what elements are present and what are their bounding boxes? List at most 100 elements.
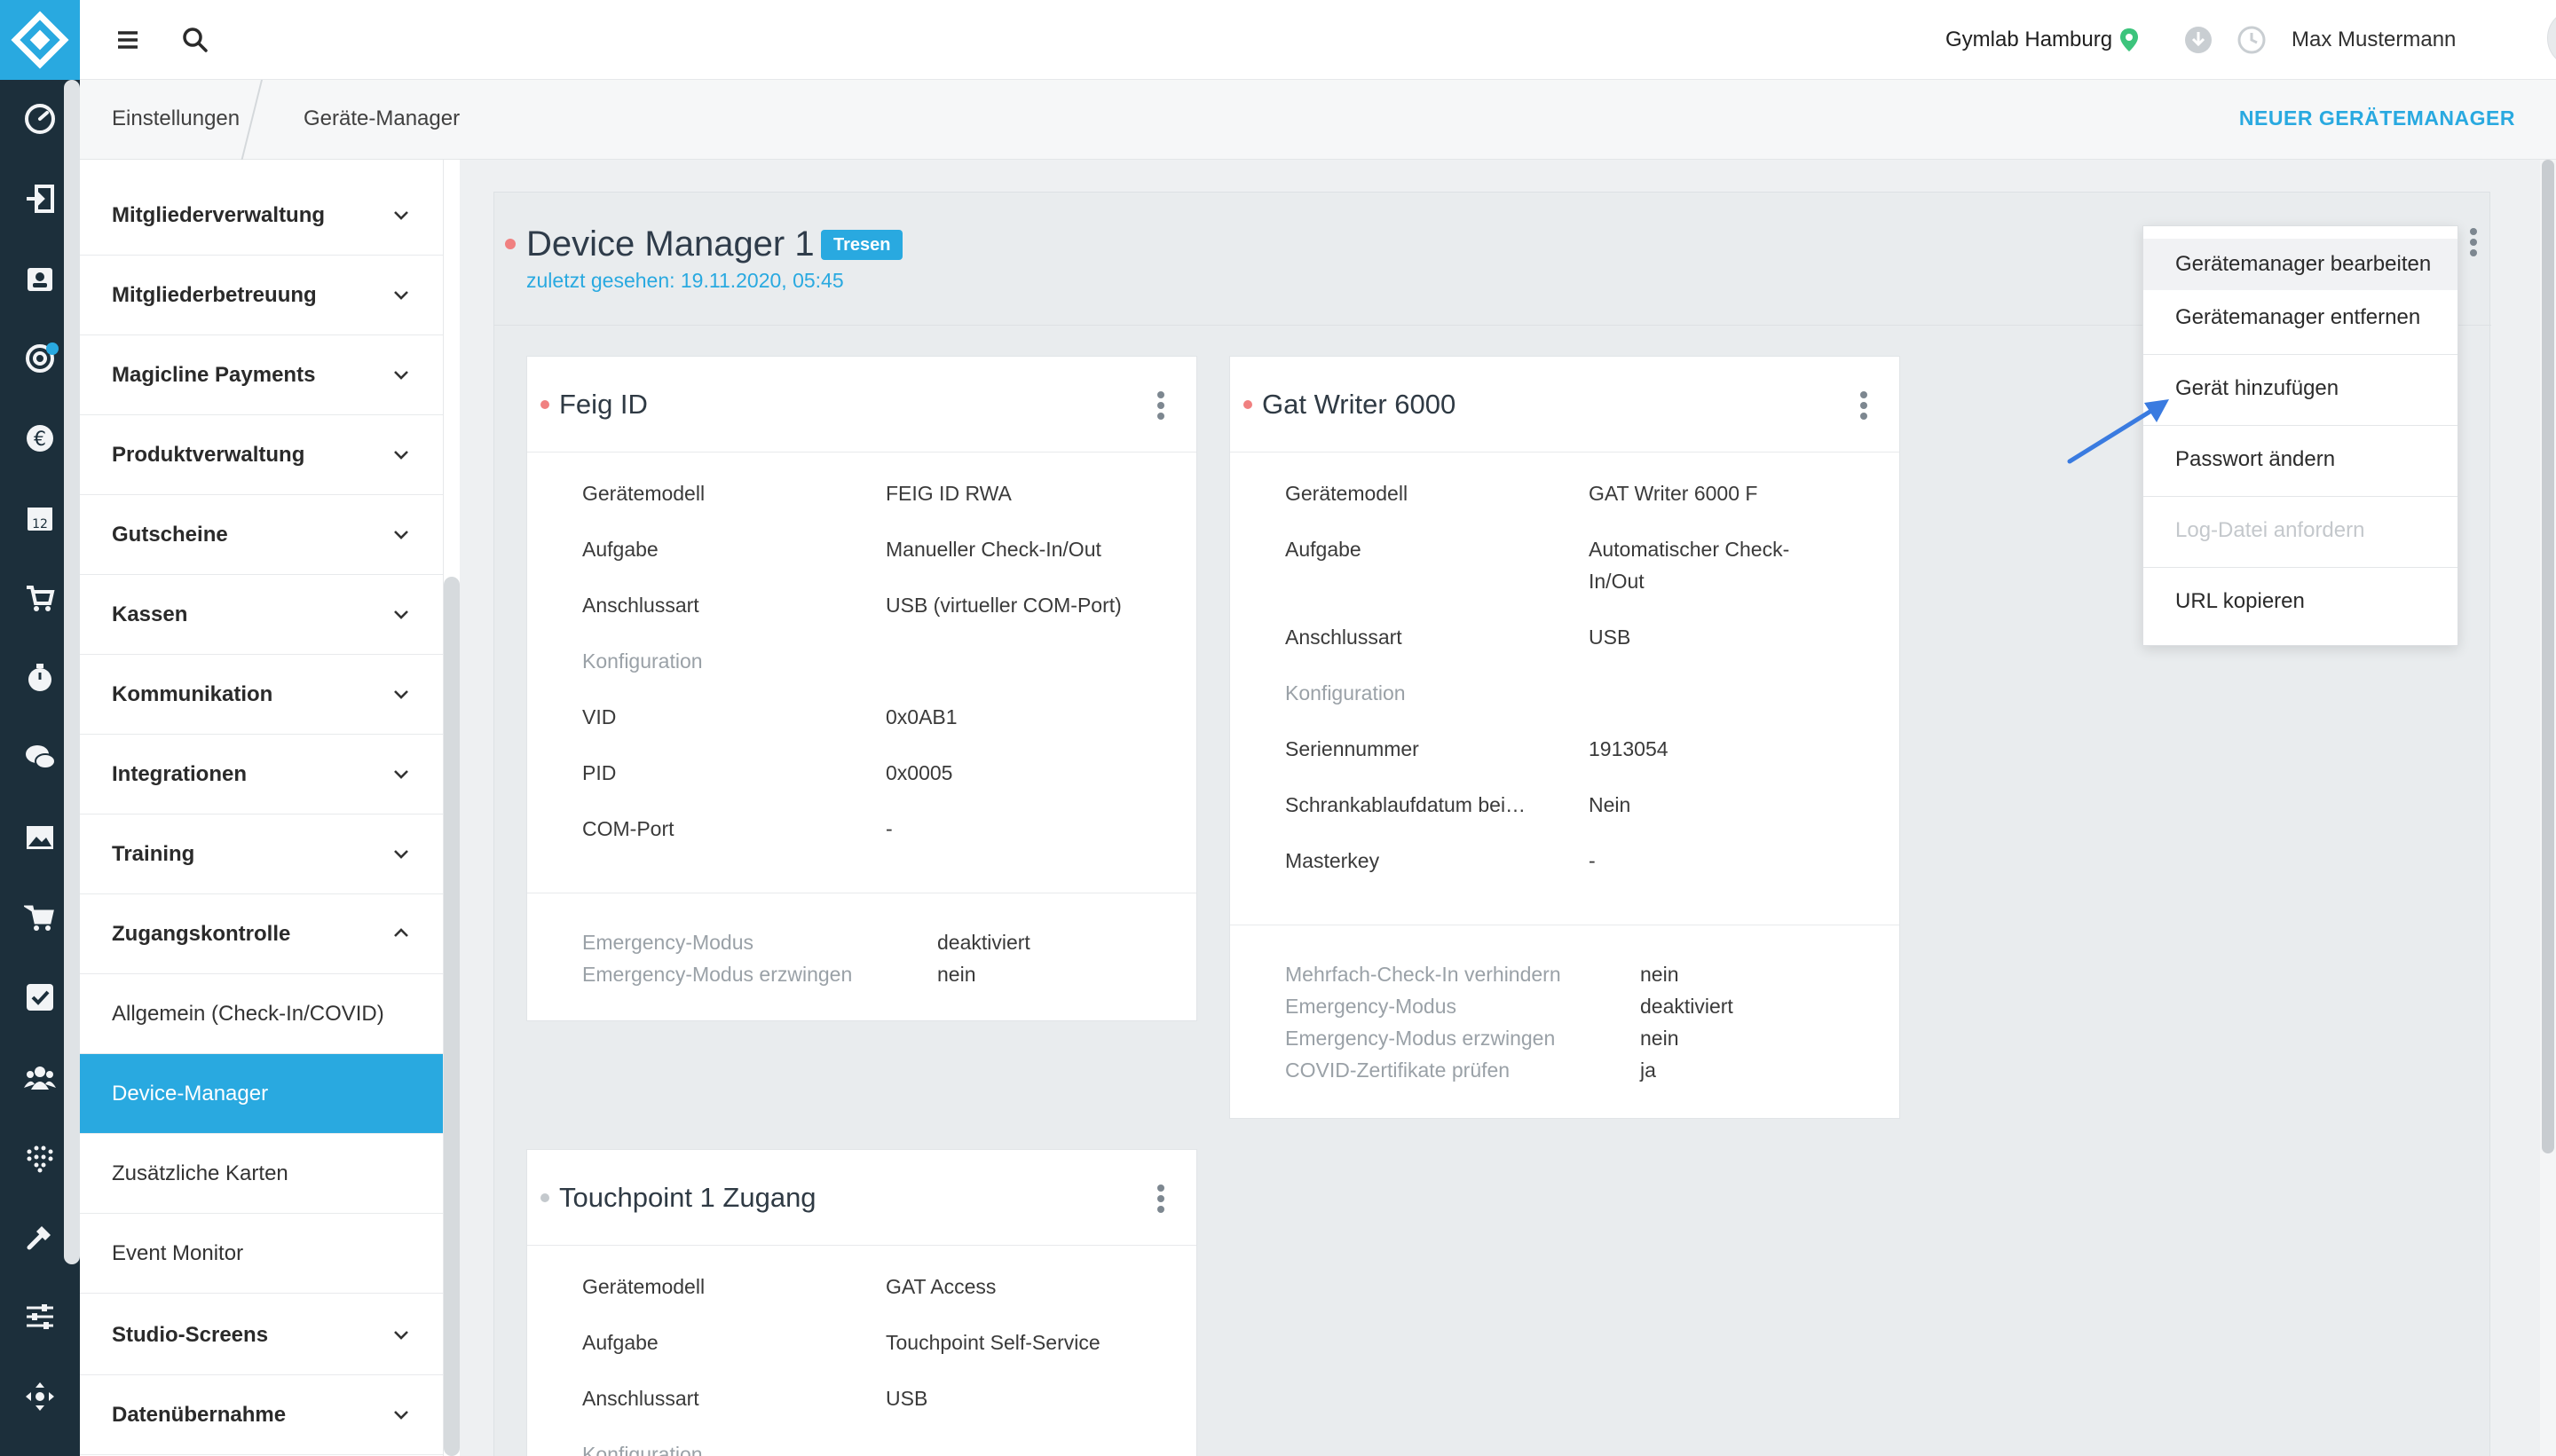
card-header: Feig ID (527, 357, 1196, 453)
last-seen-text: zuletzt gesehen: 19.11.2020, 05:45 (526, 269, 844, 292)
euro-icon[interactable]: € (24, 422, 56, 454)
search-icon[interactable] (179, 24, 211, 56)
notification-dot (46, 342, 59, 355)
menu-item-mitgliederverwaltung[interactable]: Mitgliederverwaltung (80, 176, 443, 256)
icon-rail: € 12 (0, 0, 80, 1456)
menu-item-magicline-payments[interactable]: Magicline Payments (80, 335, 443, 415)
menu-item-label: Gutscheine (112, 523, 228, 547)
menu-item-studio-screens[interactable]: Studio-Screens (80, 1295, 443, 1375)
location-name[interactable]: Gymlab Hamburg (1945, 28, 2112, 52)
move-icon[interactable] (24, 1381, 56, 1413)
menu-item-label: Mitgliederbetreuung (112, 283, 317, 307)
chevron-down-icon (394, 1411, 408, 1420)
chevron-down-icon (394, 770, 408, 779)
groups-icon[interactable] (24, 1061, 56, 1093)
footer-label: Mehrfach-Check-In verhindern (1285, 963, 1561, 986)
row-value: FEIG ID RWA (886, 482, 1012, 505)
footer-label: Emergency-Modus (582, 931, 754, 954)
row-value: Manueller Check-In/Out (886, 538, 1101, 561)
row-label: Anschlussart (582, 1387, 699, 1410)
shop-cart-icon[interactable] (24, 582, 56, 614)
menu-item-label: Mitgliederverwaltung (112, 203, 326, 227)
menu-remove-device-manager[interactable]: Gerätemanager entfernen (2143, 292, 2457, 343)
menu-item-label: Zusätzliche Karten (112, 1161, 288, 1185)
menu-item-label: Event Monitor (112, 1241, 244, 1265)
menu-item-kommunikation[interactable]: Kommunikation (80, 655, 443, 735)
offline-status-dot (540, 400, 549, 409)
download-icon[interactable] (2183, 25, 2213, 55)
new-device-manager-button[interactable]: NEUER GERÄTEMANAGER (2239, 106, 2515, 130)
menu-item-event-monitor[interactable]: Event Monitor (80, 1214, 443, 1294)
breadcrumb-separator (241, 80, 263, 160)
kebab-menu-icon[interactable] (2468, 228, 2479, 258)
row-value: 1913054 (1589, 737, 1668, 760)
menu-item-label: Magicline Payments (112, 363, 316, 387)
tools-icon[interactable] (24, 1221, 56, 1253)
page-scrollbar[interactable] (2542, 160, 2554, 1153)
menu-item-zugangskontrolle[interactable]: Zugangskontrolle (80, 894, 443, 974)
device-card-touchpoint: Touchpoint 1 Zugang Gerätemodell GAT Acc… (526, 1149, 1197, 1456)
row-label: Masterkey (1285, 849, 1380, 872)
app-logo[interactable] (0, 0, 80, 80)
offline-status-dot (1243, 400, 1252, 409)
checkbox-icon[interactable] (24, 981, 56, 1013)
menu-copy-url[interactable]: URL kopieren (2143, 576, 2457, 627)
menu-item-allgemein[interactable]: Allgemein (Check-In/COVID) (80, 974, 443, 1054)
avatar[interactable] (2547, 9, 2556, 67)
menu-item-gutscheine[interactable]: Gutscheine (80, 495, 443, 575)
kebab-menu-icon[interactable] (1156, 1184, 1166, 1215)
checkin-icon[interactable] (24, 183, 56, 215)
menu-item-kassen[interactable]: Kassen (80, 575, 443, 655)
menu-item-produktverwaltung[interactable]: Produktverwaltung (80, 415, 443, 495)
kebab-menu-icon[interactable] (1156, 391, 1166, 421)
settings-sliders-icon[interactable] (24, 1301, 56, 1333)
menu-request-log-file: Log-Datei anfordern (2175, 518, 2365, 542)
menu-item-label: Kassen (112, 602, 188, 626)
menu-separator (2143, 425, 2457, 426)
footer-value: nein (937, 963, 976, 986)
members-icon[interactable] (24, 263, 56, 295)
inactive-status-dot (540, 1193, 549, 1202)
menu-item-zusaetzliche-karten[interactable]: Zusätzliche Karten (80, 1134, 443, 1214)
menu-item-integrationen[interactable]: Integrationen (80, 735, 443, 815)
device-manager-actions-menu: Gerätemanager bearbeiten Gerätemanager e… (2142, 225, 2458, 646)
row-value: Touchpoint Self-Service (886, 1331, 1100, 1354)
menu-item-datenuebernahme[interactable]: Datenübernahme (80, 1375, 443, 1455)
hamburger-menu-icon[interactable] (112, 24, 144, 56)
chat-icon[interactable] (24, 742, 56, 774)
card-title: Touchpoint 1 Zugang (559, 1182, 816, 1213)
menu-item-mitgliederbetreuung[interactable]: Mitgliederbetreuung (80, 256, 443, 335)
menu-edit-device-manager[interactable]: Gerätemanager bearbeiten (2143, 239, 2457, 290)
grid-dots-icon[interactable] (24, 1141, 56, 1173)
menu-separator (2143, 496, 2457, 497)
chevron-down-icon (394, 451, 408, 460)
clock-icon[interactable] (2236, 25, 2267, 55)
row-label: Aufgabe (582, 1331, 659, 1354)
menu-item-label: Zugangskontrolle (112, 922, 291, 946)
menu-item-device-manager[interactable]: Device-Manager (80, 1054, 443, 1134)
rail-scrollbar[interactable] (64, 80, 80, 1264)
menu-change-password[interactable]: Passwort ändern (2143, 434, 2457, 485)
breadcrumb-settings[interactable]: Einstellungen (112, 106, 240, 131)
row-label: Gerätemodell (1285, 482, 1408, 505)
menu-separator (2143, 354, 2457, 355)
menu-add-device[interactable]: Gerät hinzufügen (2143, 363, 2457, 414)
settings-menu: Mitgliederverwaltung Mitgliederbetreuung… (80, 160, 444, 1456)
user-name[interactable]: Max Mustermann (2292, 28, 2456, 52)
kebab-menu-icon[interactable] (1858, 391, 1869, 421)
location-badge: Tresen (821, 230, 903, 260)
chevron-up-icon (394, 928, 408, 937)
row-label: VID (582, 705, 617, 728)
menu-scrollbar[interactable] (444, 577, 460, 1456)
menu-item-label: Integrationen (112, 762, 248, 786)
menu-item-training[interactable]: Training (80, 815, 443, 894)
row-label: COM-Port (582, 817, 674, 840)
menu-item-label: Allgemein (Check-In/COVID) (112, 1002, 384, 1026)
calendar-icon[interactable]: 12 (24, 502, 56, 534)
image-icon[interactable] (24, 822, 56, 854)
row-value: USB (virtueller COM-Port) (886, 594, 1122, 617)
footer-label: COVID-Zertifikate prüfen (1285, 1059, 1511, 1082)
dashboard-icon[interactable] (24, 103, 56, 135)
timer-icon[interactable] (24, 662, 56, 694)
cart-icon[interactable] (24, 901, 56, 933)
